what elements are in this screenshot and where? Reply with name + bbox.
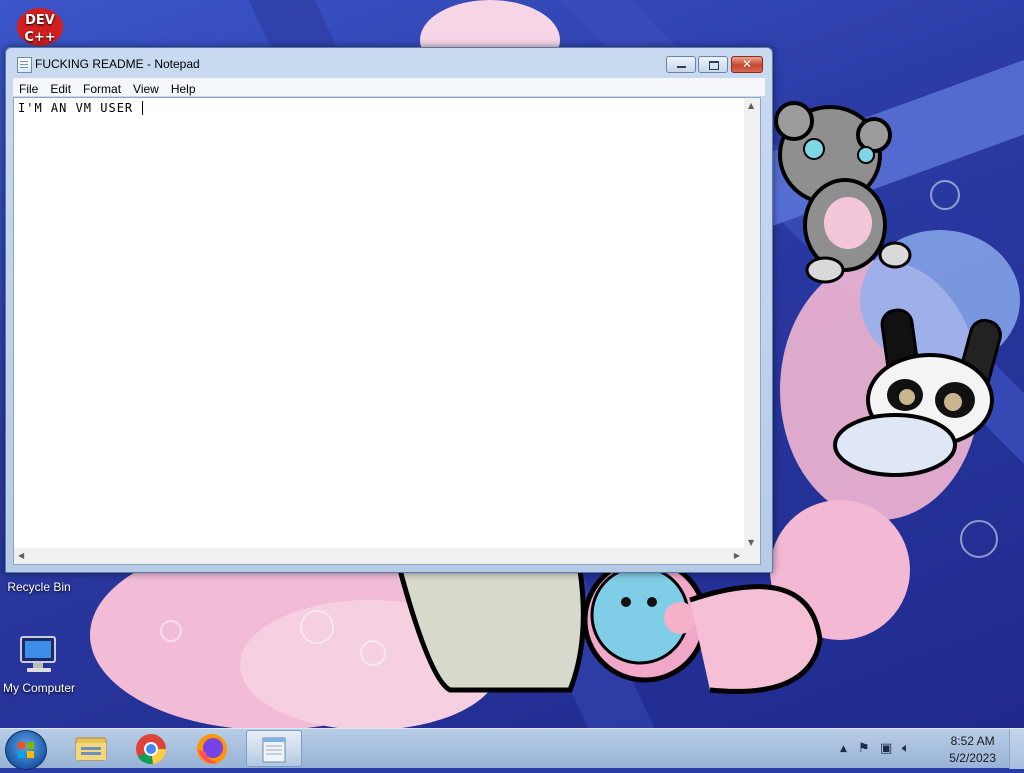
cat-characters [396, 560, 823, 694]
clock-date: 5/2/2023 [949, 751, 996, 765]
my-computer-label: My Computer [2, 681, 76, 695]
taskbar-firefox[interactable] [184, 730, 240, 767]
recycle-bin-desktop-icon[interactable]: Recycle Bin [0, 578, 79, 594]
computer-monitor-icon [20, 636, 56, 672]
scroll-left-arrow-icon[interactable]: ◀ [18, 551, 24, 560]
minimize-icon [677, 66, 686, 68]
bunny-character [833, 308, 1002, 477]
menu-help[interactable]: Help [165, 80, 202, 98]
editor-text: I'M AN VM USER [18, 101, 142, 115]
notepad-window[interactable]: FUCKING README - Notepad ✕ File Edit Forma… [5, 47, 773, 573]
taskbar: ▲ ⚑ ▣ 🔈︎ 8:52 AM 5/2/2023 [0, 728, 1024, 770]
taskbar-file-explorer[interactable] [63, 730, 119, 767]
menu-file[interactable]: File [13, 80, 44, 98]
show-hidden-icons-arrow-icon[interactable]: ▲ [840, 744, 847, 754]
taskbar-notepad[interactable] [246, 730, 302, 767]
my-computer-desktop-icon[interactable]: My Computer [0, 634, 79, 695]
gray-mouse-character [774, 101, 912, 284]
show-desktop-button[interactable] [1009, 729, 1024, 769]
menu-bar: File Edit Format View Help [13, 78, 765, 96]
close-icon: ✕ [741, 57, 753, 71]
scroll-up-arrow-icon[interactable]: ▲ [748, 101, 754, 110]
chrome-icon [136, 734, 167, 765]
horizontal-scrollbar[interactable]: ◀ ▶ [14, 548, 744, 564]
folder-icon [75, 737, 107, 761]
notepad-title-bar[interactable]: FUCKING README - Notepad ✕ [6, 48, 772, 78]
windows-logo-icon [18, 742, 34, 758]
editor-content[interactable]: I'M AN VM USER [18, 101, 144, 115]
action-center-flag-icon[interactable]: ⚑ [858, 741, 870, 756]
resize-grip[interactable] [744, 548, 760, 564]
taskbar-google-chrome[interactable] [123, 730, 179, 767]
menu-view[interactable]: View [127, 80, 165, 98]
dev-cpp-desktop-icon[interactable]: DEV C++ [0, 8, 80, 46]
clock-time: 8:52 AM [950, 734, 995, 748]
vertical-scrollbar[interactable]: ▲ ▼ [744, 98, 760, 550]
minimize-button[interactable] [666, 56, 696, 73]
maximize-icon [709, 61, 719, 70]
network-icon[interactable]: ▣ [880, 741, 892, 756]
volume-icon[interactable]: 🔈︎ [902, 741, 910, 756]
maximize-button[interactable] [698, 56, 728, 73]
firefox-icon [197, 734, 227, 764]
dev-cpp-logo-icon: DEV C++ [17, 8, 63, 46]
notepad-icon [262, 737, 286, 763]
scroll-down-arrow-icon[interactable]: ▼ [748, 538, 754, 547]
start-button[interactable] [5, 730, 47, 770]
scroll-right-arrow-icon[interactable]: ▶ [734, 551, 740, 560]
menu-edit[interactable]: Edit [44, 80, 77, 98]
notepad-app-icon[interactable] [17, 57, 32, 73]
text-editor-area[interactable]: I'M AN VM USER ▲ ▼ ◀ ▶ [13, 97, 761, 565]
text-caret [142, 101, 144, 115]
system-tray: ▲ ⚑ ▣ 🔈︎ 8:52 AM 5/2/2023 [834, 729, 1024, 769]
recycle-bin-label: Recycle Bin [7, 580, 71, 594]
dev-cpp-logo-text: DEV C++ [24, 13, 56, 45]
close-button[interactable]: ✕ [731, 56, 763, 73]
clock[interactable]: 8:52 AM 5/2/2023 [949, 733, 996, 767]
window-title: FUCKING README - Notepad [35, 57, 200, 71]
menu-format[interactable]: Format [77, 80, 127, 98]
